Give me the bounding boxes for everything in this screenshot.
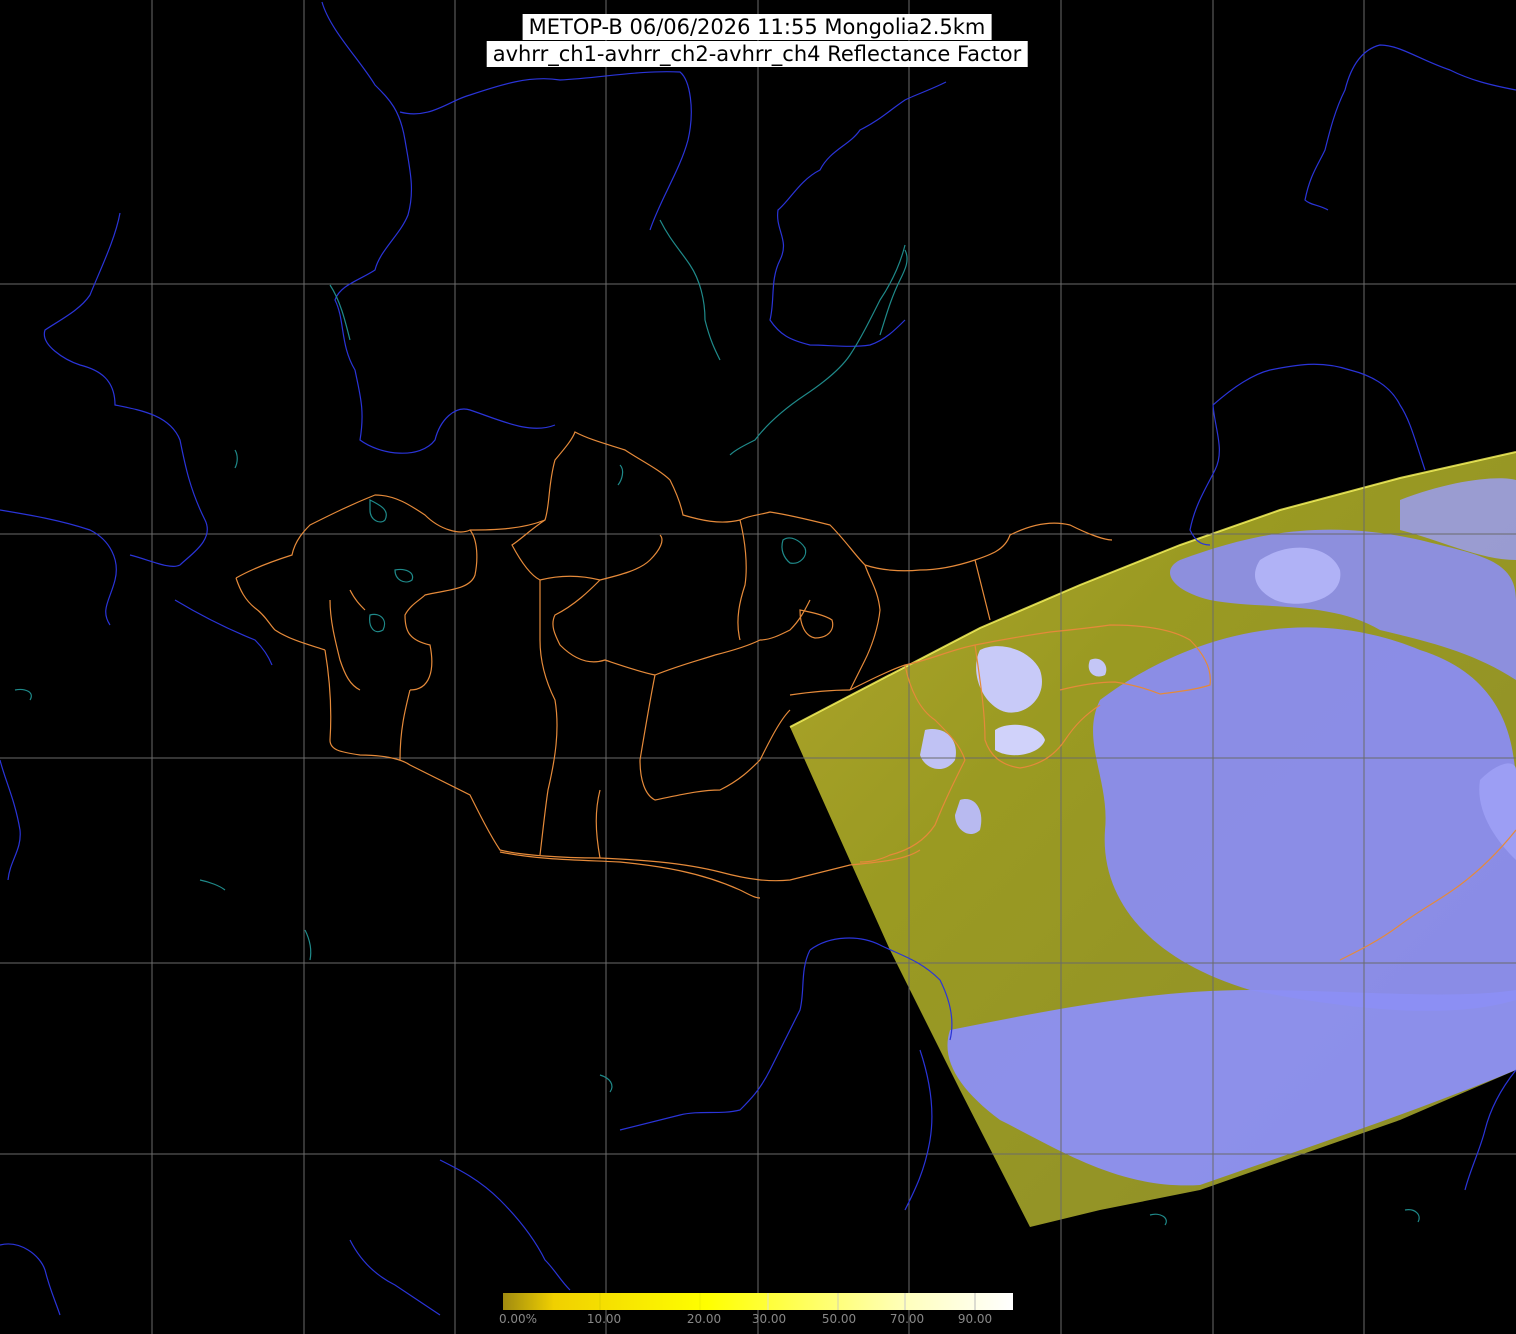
legend-label-30: 30.00 [751,1312,787,1326]
legend-label-20: 20.00 [686,1312,722,1326]
satellite-swath [789,451,1516,1227]
legend-colorbar [503,1293,1013,1310]
legend-label-70: 70.00 [889,1312,925,1326]
legend-label-50: 50.00 [821,1312,857,1326]
map-title: METOP-B 06/06/2026 11:55 Mongolia2.5km [522,14,992,40]
legend-label-90: 90.00 [957,1312,993,1326]
legend-label-10: 10.00 [586,1312,622,1326]
legend-label-0: 0.00% [498,1312,538,1326]
map-subtitle: avhrr_ch1-avhrr_ch2-avhrr_ch4 Reflectanc… [486,41,1028,67]
satellite-map [0,0,1516,1334]
